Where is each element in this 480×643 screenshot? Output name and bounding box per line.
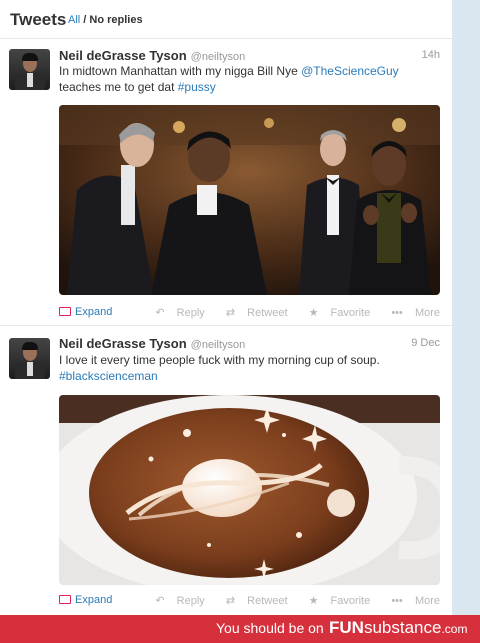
- retweet-label[interactable]: Retweet: [247, 307, 287, 319]
- reply-label[interactable]: Reply: [177, 307, 205, 319]
- more-action[interactable]: ••• More: [382, 307, 440, 319]
- filter-no-replies[interactable]: No replies: [89, 14, 142, 26]
- tweet-text-part: In midtown Manhattan with my nigga Bill …: [59, 64, 302, 78]
- expand-link[interactable]: Expand: [59, 594, 112, 606]
- timeline-header: Tweets All / No replies: [0, 0, 452, 39]
- tweet-item[interactable]: Neil deGrasse Tyson @neiltyson 9 Dec I lo…: [0, 326, 452, 615]
- tweet-text-part: teaches me to get dat: [59, 80, 178, 94]
- brand-logo: FUNsubstance.com: [329, 618, 467, 638]
- tweet-author[interactable]: Neil deGrasse Tyson @neiltyson: [59, 48, 245, 63]
- more-dots-icon: •••: [391, 307, 403, 319]
- author-name[interactable]: Neil deGrasse Tyson: [59, 336, 187, 351]
- media-expand-icon: [59, 307, 71, 316]
- favorite-action[interactable]: ★ Favorite: [300, 307, 371, 319]
- media-expand-icon: [59, 595, 71, 604]
- star-icon: ★: [308, 307, 319, 319]
- avatar[interactable]: [9, 49, 50, 90]
- author-handle[interactable]: @neiltyson: [191, 339, 246, 351]
- retweet-icon: ⇄: [225, 595, 236, 607]
- favorite-label[interactable]: Favorite: [331, 595, 371, 607]
- avatar[interactable]: [9, 338, 50, 379]
- tweet-author[interactable]: Neil deGrasse Tyson @neiltyson: [59, 336, 245, 351]
- tweet-actions: ↶ Reply ⇄ Retweet ★ Favorite ••• More: [137, 594, 440, 607]
- brand-bold: FUN: [329, 618, 364, 637]
- expand-label[interactable]: Expand: [75, 594, 112, 606]
- retweet-label[interactable]: Retweet: [247, 595, 287, 607]
- expand-label[interactable]: Expand: [75, 306, 112, 318]
- promo-footer: You should be on FUNsubstance.com: [0, 615, 480, 643]
- expand-link[interactable]: Expand: [59, 306, 112, 318]
- tweet-actions: ↶ Reply ⇄ Retweet ★ Favorite ••• More: [137, 306, 440, 319]
- mention-link[interactable]: @TheScienceGuy: [301, 64, 399, 78]
- hashtag-link[interactable]: #blackscienceman: [59, 369, 158, 383]
- page-title: Tweets: [10, 10, 67, 29]
- hashtag-link[interactable]: #pussy: [178, 80, 216, 94]
- retweet-action[interactable]: ⇄ Retweet: [217, 307, 288, 319]
- more-action[interactable]: ••• More: [382, 595, 440, 607]
- filter-all-link[interactable]: All: [68, 14, 80, 26]
- timeline-panel: Tweets All / No replies Neil deGrasse Ty…: [0, 0, 453, 615]
- retweet-icon: ⇄: [225, 307, 236, 319]
- scrollbar[interactable]: [452, 0, 480, 615]
- reply-action[interactable]: ↶ Reply: [146, 595, 204, 607]
- tweet-filter: All / No replies: [68, 14, 143, 26]
- reply-label[interactable]: Reply: [177, 595, 205, 607]
- tweet-text: In midtown Manhattan with my nigga Bill …: [59, 63, 429, 95]
- favorite-label[interactable]: Favorite: [331, 307, 371, 319]
- author-handle[interactable]: @neiltyson: [191, 51, 246, 63]
- brand-rest: substance: [363, 618, 442, 637]
- favorite-action[interactable]: ★ Favorite: [300, 595, 371, 607]
- more-label[interactable]: More: [415, 595, 440, 607]
- reply-action[interactable]: ↶ Reply: [146, 307, 204, 319]
- tweet-photo[interactable]: [59, 105, 440, 295]
- tweet-item[interactable]: Neil deGrasse Tyson @neiltyson 14h In mid…: [0, 39, 452, 326]
- tweet-timestamp[interactable]: 14h: [422, 49, 440, 61]
- more-dots-icon: •••: [391, 595, 403, 607]
- more-label[interactable]: More: [415, 307, 440, 319]
- promo-text: You should be on: [216, 620, 324, 636]
- tweet-photo[interactable]: [59, 395, 440, 585]
- tweet-text: I love it every time people fuck with my…: [59, 352, 429, 384]
- author-name[interactable]: Neil deGrasse Tyson: [59, 48, 187, 63]
- tweet-timestamp[interactable]: 9 Dec: [411, 337, 440, 349]
- reply-icon: ↶: [155, 307, 165, 319]
- star-icon: ★: [308, 595, 319, 607]
- tweet-text-part: I love it every time people fuck with my…: [59, 353, 380, 367]
- retweet-action[interactable]: ⇄ Retweet: [217, 595, 288, 607]
- reply-icon: ↶: [155, 595, 165, 607]
- brand-domain: .com: [441, 622, 468, 636]
